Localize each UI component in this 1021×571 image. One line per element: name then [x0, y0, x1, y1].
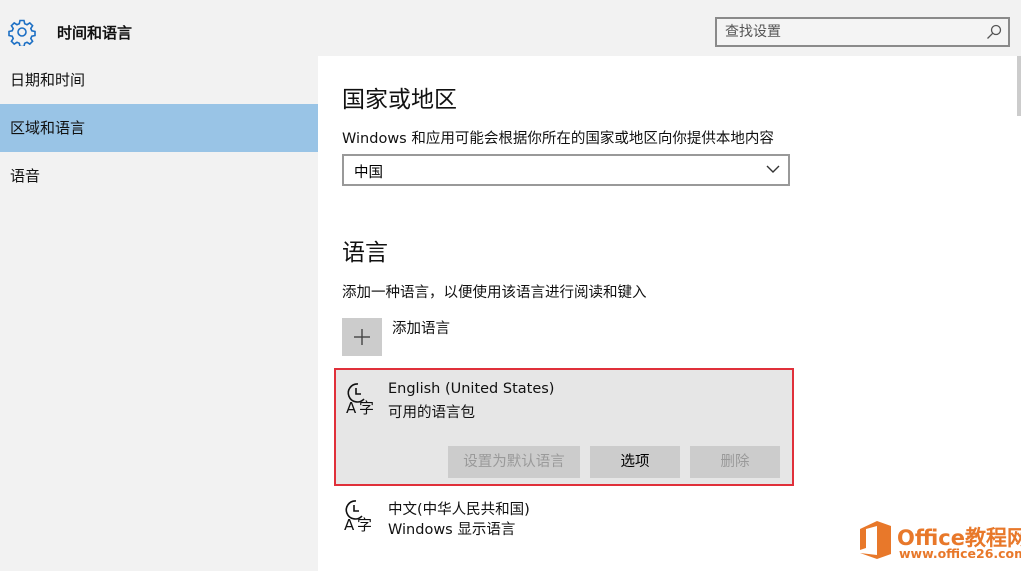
svg-text:A: A	[346, 399, 357, 416]
language-name: 中文(中华人民共和国)	[388, 502, 530, 518]
sidebar-item-speech[interactable]: 语音	[0, 152, 318, 200]
page-title: 时间和语言	[57, 24, 133, 42]
country-select[interactable]: 中国	[342, 154, 790, 186]
region-heading: 国家或地区	[342, 87, 457, 113]
search-box[interactable]	[715, 17, 1010, 47]
title-bar: 时间和语言	[0, 0, 1021, 56]
country-select-value: 中国	[354, 165, 383, 181]
office-logo-icon	[860, 521, 891, 559]
plus-icon	[354, 329, 370, 345]
remove-button[interactable]: 删除	[690, 446, 780, 478]
sidebar-item-region-language[interactable]: 区域和语言	[0, 104, 318, 152]
language-name: English (United States)	[388, 381, 555, 397]
chevron-down-icon	[766, 165, 780, 173]
sidebar-item-date-time[interactable]: 日期和时间	[0, 56, 318, 104]
options-button[interactable]: 选项	[590, 446, 680, 478]
language-icon: A 字	[344, 500, 372, 533]
set-default-language-button[interactable]: 设置为默认语言	[448, 446, 580, 478]
language-status: 可用的语言包	[388, 405, 475, 421]
main-content: 国家或地区 Windows 和应用可能会根据你所在的国家或地区向你提供本地内容 …	[318, 56, 1021, 571]
language-item-english[interactable]: A 字 English (United States) 可用的语言包 设置为默认…	[334, 368, 794, 486]
svg-text:A: A	[344, 516, 355, 533]
add-language-button[interactable]	[342, 318, 382, 356]
region-description: Windows 和应用可能会根据你所在的国家或地区向你提供本地内容	[342, 131, 774, 147]
gear-icon	[8, 19, 36, 46]
scrollbar[interactable]	[1017, 56, 1021, 116]
language-status: Windows 显示语言	[388, 522, 516, 538]
office26-logo: Office教程网 www.office26.com	[857, 518, 1021, 568]
add-language-label[interactable]: 添加语言	[392, 317, 450, 338]
sidebar: 日期和时间 区域和语言 语音	[0, 56, 318, 571]
language-icon: A 字	[346, 383, 374, 416]
search-input[interactable]	[725, 22, 975, 42]
search-icon[interactable]	[986, 24, 1002, 40]
logo-url: www.office26.com	[899, 546, 1021, 561]
svg-text:字: 字	[359, 399, 374, 416]
svg-text:字: 字	[357, 516, 372, 533]
language-description: 添加一种语言，以便使用该语言进行阅读和键入	[342, 285, 647, 301]
language-heading: 语言	[342, 240, 388, 266]
